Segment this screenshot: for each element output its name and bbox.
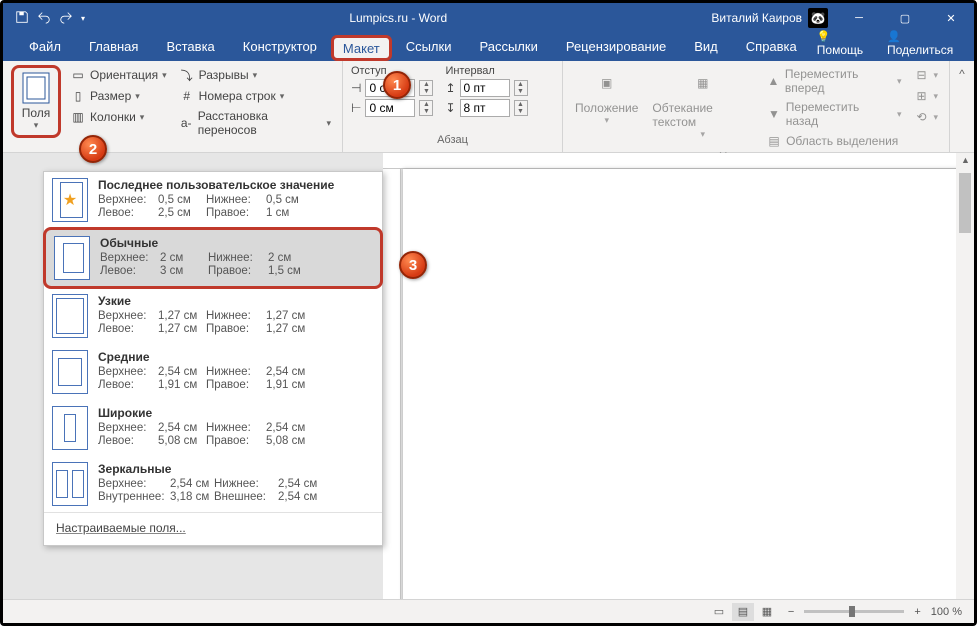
ribbon-tabs: Файл Главная Вставка Конструктор Макет С…: [3, 33, 974, 61]
tab-view[interactable]: Вид: [680, 31, 732, 61]
annotation-marker-2: 2: [79, 135, 107, 163]
margins-option-wide[interactable]: Широкие Верхнее:2,54 смНижнее:2,54 смЛев…: [44, 400, 382, 456]
columns-button[interactable]: ▥Колонки: [67, 107, 170, 127]
vertical-ruler[interactable]: [383, 169, 401, 599]
size-button[interactable]: ▯Размер: [67, 86, 170, 106]
tab-help[interactable]: Справка: [732, 31, 811, 61]
view-read-icon[interactable]: ▭: [708, 603, 730, 621]
zoom-level[interactable]: 100 %: [931, 606, 962, 618]
document-page[interactable]: [403, 169, 963, 599]
bring-forward-button[interactable]: ▲Переместить вперед: [763, 65, 904, 97]
breaks-button[interactable]: ⤵Разрывы: [176, 65, 334, 85]
undo-icon[interactable]: [37, 10, 51, 27]
annotation-marker-1: 1: [383, 71, 411, 99]
align-icon: ⊟: [913, 67, 929, 83]
hyphenation-button[interactable]: a-Расстановка переносов: [176, 107, 334, 139]
margins-option-mirrored[interactable]: Зеркальные Верхнее:2,54 смНижнее:2,54 см…: [44, 456, 382, 512]
margins-option-narrow[interactable]: Узкие Верхнее:1,27 смНижнее:1,27 смЛевое…: [44, 288, 382, 344]
ribbon: Поля ▭Ориентация ▯Размер ▥Колонки ⤵Разры…: [3, 61, 974, 153]
selection-pane-icon: ▤: [766, 133, 782, 149]
group-icon: ⊞: [913, 88, 929, 104]
status-bar: ▭ ▤ ▦ − + 100 %: [3, 599, 974, 623]
send-backward-button[interactable]: ▼Переместить назад: [763, 98, 904, 130]
space-after-spinner[interactable]: ↧▲▼: [445, 99, 527, 117]
tab-design[interactable]: Конструктор: [229, 31, 331, 61]
spacing-label: Интервал: [445, 65, 527, 77]
zoom-in-button[interactable]: +: [914, 606, 920, 618]
margins-dropdown-menu: ★ Последнее пользовательское значение Ве…: [43, 171, 383, 546]
tab-review[interactable]: Рецензирование: [552, 31, 680, 61]
paragraph-group-label: Абзац: [351, 134, 554, 148]
wrap-icon: ▦: [687, 67, 719, 99]
zoom-out-button[interactable]: −: [788, 606, 794, 618]
save-icon[interactable]: [15, 10, 29, 27]
margins-custom-button[interactable]: Настраиваемые поля...: [44, 513, 382, 545]
annotation-marker-3: 3: [399, 251, 427, 279]
wrap-text-button[interactable]: ▦Обтекание текстом: [648, 65, 757, 142]
redo-icon[interactable]: [59, 10, 73, 27]
help-button[interactable]: Помощь: [811, 25, 877, 61]
tab-insert[interactable]: Вставка: [152, 31, 228, 61]
margins-label: Поля: [22, 106, 51, 120]
user-name[interactable]: Виталий Каиров: [711, 11, 802, 25]
space-before-spinner[interactable]: ↥▲▼: [445, 79, 527, 97]
orientation-icon: ▭: [70, 67, 86, 83]
share-button[interactable]: Поделиться: [881, 25, 964, 61]
tab-mailings[interactable]: Рассылки: [465, 31, 551, 61]
horizontal-ruler[interactable]: [383, 153, 956, 169]
margins-button[interactable]: Поля: [16, 70, 56, 133]
window-title: Lumpics.ru - Word: [85, 11, 711, 25]
position-icon: ▣: [591, 67, 623, 99]
zoom-slider[interactable]: [804, 610, 904, 613]
align-button[interactable]: ⊟: [910, 65, 941, 85]
selection-pane-button[interactable]: ▤Область выделения: [763, 131, 904, 151]
margins-icon: [20, 72, 52, 104]
tab-layout[interactable]: Макет: [331, 35, 392, 61]
columns-icon: ▥: [70, 109, 86, 125]
line-numbers-icon: #: [179, 88, 195, 104]
send-backward-icon: ▼: [766, 106, 782, 122]
margins-option-last-custom[interactable]: ★ Последнее пользовательское значение Ве…: [44, 172, 382, 228]
orientation-button[interactable]: ▭Ориентация: [67, 65, 170, 85]
vertical-scrollbar[interactable]: ▲: [956, 153, 974, 599]
bring-forward-icon: ▲: [766, 73, 781, 89]
tab-file[interactable]: Файл: [15, 31, 75, 61]
size-icon: ▯: [70, 88, 86, 104]
rotate-button[interactable]: ⟲: [910, 107, 941, 127]
view-print-icon[interactable]: ▤: [732, 603, 754, 621]
tab-home[interactable]: Главная: [75, 31, 152, 61]
hyphenation-icon: a-: [179, 115, 194, 131]
collapse-ribbon-button[interactable]: ^: [950, 61, 974, 152]
position-button[interactable]: ▣Положение: [571, 65, 642, 128]
margins-option-moderate[interactable]: Средние Верхнее:2,54 смНижнее:2,54 смЛев…: [44, 344, 382, 400]
group-button[interactable]: ⊞: [910, 86, 941, 106]
margins-option-normal[interactable]: Обычные Верхнее:2 смНижнее:2 смЛевое:3 с…: [43, 227, 383, 289]
breaks-icon: ⤵: [179, 67, 195, 83]
indent-right-spinner[interactable]: ⊢▲▼: [351, 99, 433, 117]
tab-references[interactable]: Ссылки: [392, 31, 466, 61]
view-web-icon[interactable]: ▦: [756, 603, 778, 621]
line-numbers-button[interactable]: #Номера строк: [176, 86, 334, 106]
rotate-icon: ⟲: [913, 109, 929, 125]
